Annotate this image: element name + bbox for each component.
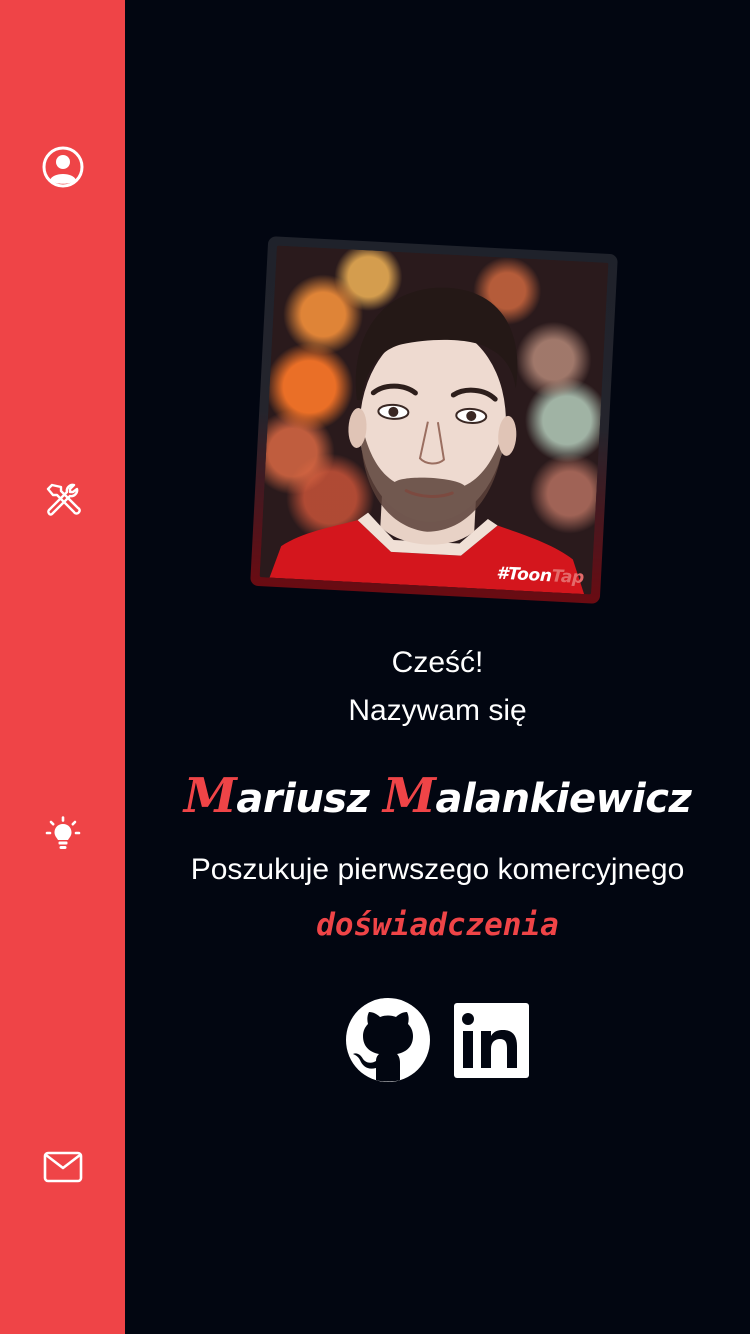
github-link[interactable] [345,998,430,1082]
tagline-highlight: doświadczenia [316,907,559,943]
first-name-initial: M [183,768,237,824]
watermark-accent-text: Tap [551,566,585,589]
envelope-icon [43,1151,83,1183]
last-name-rest: alankiewicz [435,776,692,822]
nav-projects-button[interactable] [31,802,95,866]
last-name-initial: M [382,768,436,824]
tools-icon [46,483,81,516]
linkedin-icon [453,1003,529,1078]
watermark-text: #Toon [495,563,553,587]
linkedin-link[interactable] [446,998,530,1082]
user-circle-icon [42,146,84,188]
tagline: Poszukuje pierwszego komercyjnego [190,853,685,886]
profile-photo: #ToonTap [259,245,609,595]
first-name-rest: ariusz [236,776,370,822]
greeting-line-1: Cześć! [391,646,484,679]
sidebar [0,0,125,1334]
full-name: Mariusz Malankiewicz [125,768,750,824]
nav-profile-button[interactable] [31,135,95,199]
page: #ToonTap Cześć! Nazywam się Mariusz Mala… [0,0,750,1334]
github-icon [345,998,430,1082]
nav-contact-button[interactable] [31,1135,95,1199]
portrait-illustration [269,287,585,595]
main-content: #ToonTap Cześć! Nazywam się Mariusz Mala… [125,0,750,1334]
social-links [125,998,750,1082]
greeting-line-2: Nazywam się [348,694,527,727]
lightbulb-icon [45,816,81,849]
nav-skills-button[interactable] [31,468,95,532]
profile-photo-frame: #ToonTap [250,236,618,604]
